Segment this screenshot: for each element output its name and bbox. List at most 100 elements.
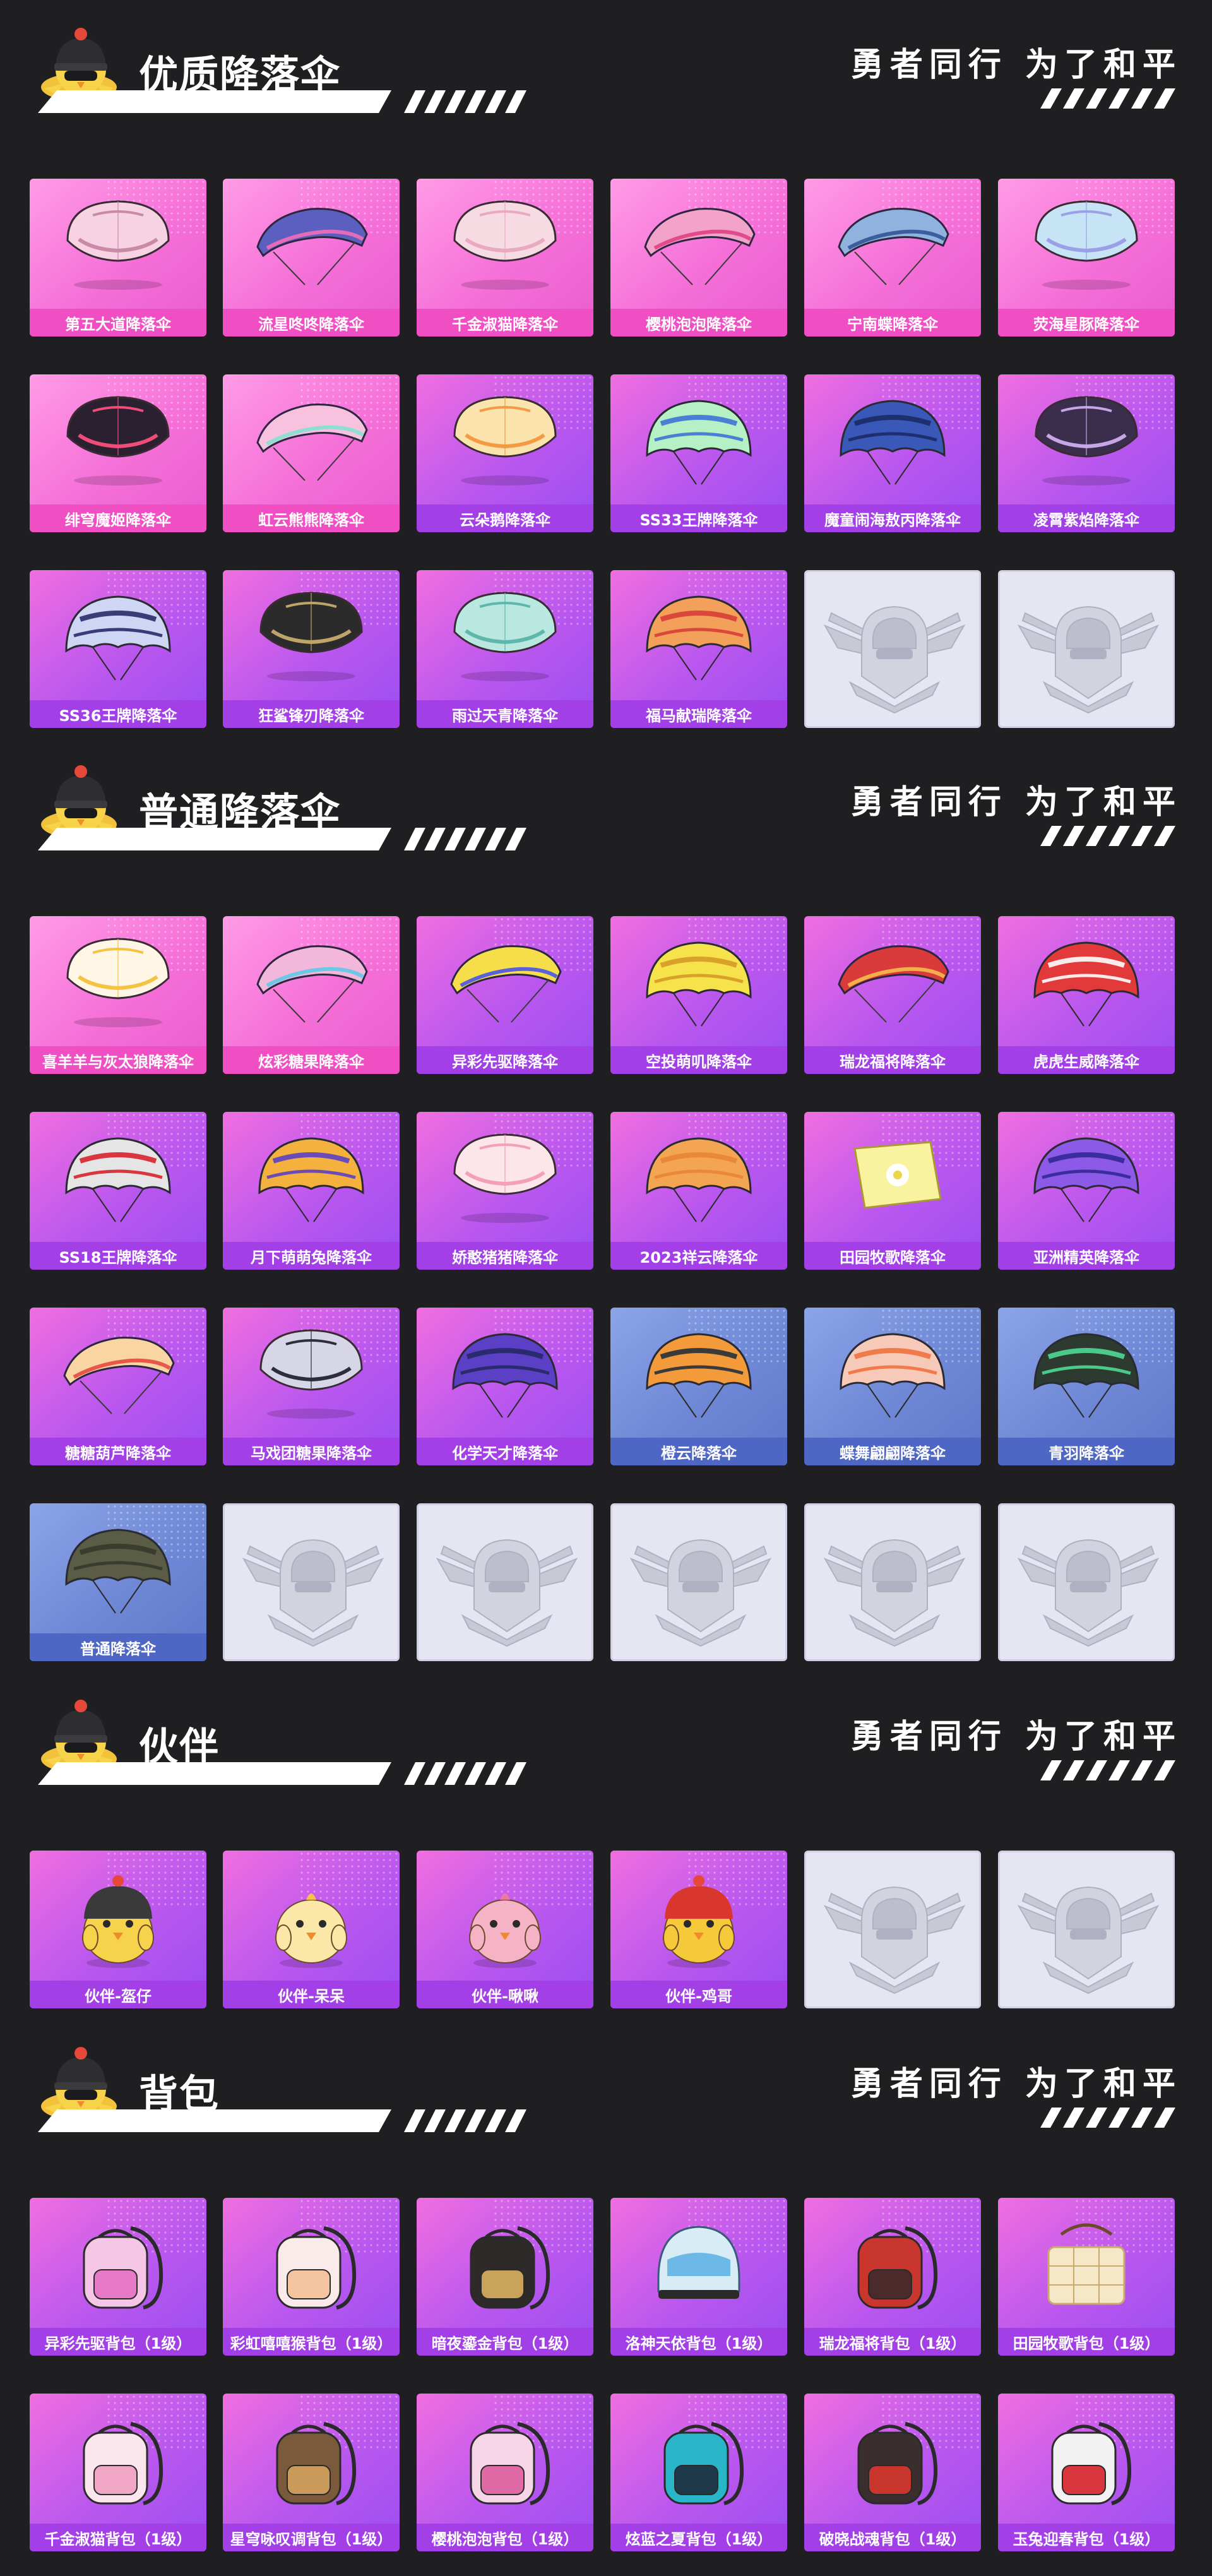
parachute-round-icon: [55, 190, 181, 297]
item-card[interactable]: 福马献瑞降落伞: [610, 570, 787, 728]
backpack-icon: [636, 2405, 762, 2512]
item-card[interactable]: 伙伴-啾啾: [417, 1851, 593, 2008]
item-label: SS36王牌降落伞: [30, 700, 206, 728]
parachute-dome-icon: [248, 1123, 374, 1231]
item-card[interactable]: 樱桃泡泡背包（1级）: [417, 2394, 593, 2551]
parachute-dome-icon: [1023, 1319, 1150, 1426]
item-card[interactable]: 蝶舞翩翩降落伞: [804, 1308, 981, 1465]
item-label: 绯穹魔姬降落伞: [30, 504, 206, 532]
item-card[interactable]: 云朵鹅降落伞: [417, 374, 593, 532]
item-label: 樱桃泡泡背包（1级）: [417, 2524, 593, 2551]
item-card[interactable]: 暗夜鎏金背包（1级）: [417, 2198, 593, 2356]
parachute-round-icon: [248, 581, 374, 689]
item-card[interactable]: 雨过天青降落伞: [417, 570, 593, 728]
item-label: 狂鲨锋刃降落伞: [223, 700, 400, 728]
parachute-round-icon: [1023, 190, 1150, 297]
item-card[interactable]: 田园牧歌背包（1级）: [998, 2198, 1175, 2356]
item-card[interactable]: 伙伴-盔仔: [30, 1851, 206, 2008]
empty-slot: [998, 1503, 1175, 1661]
item-card[interactable]: 空投萌叽降落伞: [610, 916, 787, 1074]
item-label: 炫彩糖果降落伞: [223, 1046, 400, 1074]
item-card[interactable]: 异彩先驱降落伞: [417, 916, 593, 1074]
item-label: 异彩先驱降落伞: [417, 1046, 593, 1074]
backpack-icon: [829, 2209, 956, 2317]
item-card[interactable]: SS18王牌降落伞: [30, 1112, 206, 1270]
title-underline-bar: [38, 1762, 530, 1785]
basket-icon: [1023, 2209, 1150, 2317]
item-card[interactable]: 星穹咏叹调背包（1级）: [223, 2394, 400, 2551]
item-card[interactable]: 虎虎生威降落伞: [998, 916, 1175, 1074]
empty-slot: [417, 1503, 593, 1661]
item-card[interactable]: 凌霄紫焰降落伞: [998, 374, 1175, 532]
item-card[interactable]: 普通降落伞: [30, 1503, 206, 1661]
chick-icon: [248, 1862, 374, 1969]
backpack-icon: [829, 2405, 956, 2512]
item-card[interactable]: 糖糖葫芦降落伞: [30, 1308, 206, 1465]
item-label: 彩虹嘻嘻猴背包（1级）: [223, 2328, 400, 2356]
parachute-dome-icon: [636, 581, 762, 689]
item-card[interactable]: 娇憨猪猪降落伞: [417, 1112, 593, 1270]
item-label: 洛神天依背包（1级）: [610, 2328, 787, 2356]
item-label: 蝶舞翩翩降落伞: [804, 1438, 981, 1465]
item-card[interactable]: 伙伴-呆呆: [223, 1851, 400, 2008]
item-card[interactable]: 月下萌萌兔降落伞: [223, 1112, 400, 1270]
empty-slot: [804, 570, 981, 728]
item-card[interactable]: 宁南蝶降落伞: [804, 179, 981, 337]
item-card[interactable]: 洛神天依背包（1级）: [610, 2198, 787, 2356]
parachute-round-icon: [442, 581, 568, 689]
chick-helmet-icon: [55, 1862, 181, 1969]
item-card[interactable]: 流星咚咚降落伞: [223, 179, 400, 337]
item-card[interactable]: SS33王牌降落伞: [610, 374, 787, 532]
item-card[interactable]: 瑞龙福将背包（1级）: [804, 2198, 981, 2356]
item-card[interactable]: 荧海星豚降落伞: [998, 179, 1175, 337]
item-card[interactable]: 橙云降落伞: [610, 1308, 787, 1465]
item-card[interactable]: 伙伴-鸡哥: [610, 1851, 787, 2008]
section-header: 优质降落伞 勇者同行 为了和平: [0, 19, 1212, 114]
parachute-dome-icon: [442, 1319, 568, 1426]
item-card[interactable]: 炫蓝之夏背包（1级）: [610, 2394, 787, 2551]
item-label: 流星咚咚降落伞: [223, 309, 400, 337]
item-label: 瑞龙福将背包（1级）: [804, 2328, 981, 2356]
backpack-icon: [1023, 2405, 1150, 2512]
section-3: 伙伴 勇者同行 为了和平 伙伴-盔仔 伙伴-呆呆 伙伴-啾啾 伙伴-鸡哥: [0, 1691, 1212, 2008]
item-card[interactable]: 虹云熊熊降落伞: [223, 374, 400, 532]
item-card[interactable]: 炫彩糖果降落伞: [223, 916, 400, 1074]
item-card[interactable]: 亚洲精英降落伞: [998, 1112, 1175, 1270]
parachute-wing-icon: [636, 190, 762, 297]
item-card[interactable]: 异彩先驱背包（1级）: [30, 2198, 206, 2356]
parachute-round-icon: [442, 1123, 568, 1231]
item-card[interactable]: 彩虹嘻嘻猴背包（1级）: [223, 2198, 400, 2356]
item-card[interactable]: 青羽降落伞: [998, 1308, 1175, 1465]
parachute-wing-icon: [248, 190, 374, 297]
item-card[interactable]: 2023祥云降落伞: [610, 1112, 787, 1270]
item-label: 星穹咏叹调背包（1级）: [223, 2524, 400, 2551]
item-card[interactable]: 第五大道降落伞: [30, 179, 206, 337]
item-card[interactable]: 千金淑猫降落伞: [417, 179, 593, 337]
item-card[interactable]: 樱桃泡泡降落伞: [610, 179, 787, 337]
item-card[interactable]: 破晓战魂背包（1级）: [804, 2394, 981, 2551]
slogan-stripes: [1040, 826, 1179, 846]
section-header: 背包 勇者同行 为了和平: [0, 2038, 1212, 2133]
title-underline-bar: [38, 2109, 530, 2132]
item-label: 伙伴-啾啾: [417, 1981, 593, 2008]
pubg-emblem-placeholder-icon: [625, 1521, 776, 1647]
item-label: 田园牧歌背包（1级）: [998, 2328, 1175, 2356]
item-card[interactable]: 绯穹魔姬降落伞: [30, 374, 206, 532]
pubg-emblem-placeholder-icon: [1013, 1521, 1164, 1647]
item-card[interactable]: 千金淑猫背包（1级）: [30, 2394, 206, 2551]
empty-slot: [804, 1503, 981, 1661]
item-card[interactable]: 化学天才降落伞: [417, 1308, 593, 1465]
item-label: 第五大道降落伞: [30, 309, 206, 337]
item-card[interactable]: 田园牧歌降落伞: [804, 1112, 981, 1270]
item-card[interactable]: 马戏团糖果降落伞: [223, 1308, 400, 1465]
backpack-icon: [442, 2405, 568, 2512]
empty-slot: [610, 1503, 787, 1661]
pubg-emblem-placeholder-icon: [1013, 1868, 1164, 1995]
item-card[interactable]: 瑞龙福将降落伞: [804, 916, 981, 1074]
item-card[interactable]: 喜羊羊与灰太狼降落伞: [30, 916, 206, 1074]
item-card[interactable]: SS36王牌降落伞: [30, 570, 206, 728]
parachute-round-icon: [248, 1319, 374, 1426]
item-card[interactable]: 玉兔迎春背包（1级）: [998, 2394, 1175, 2551]
item-card[interactable]: 魔童闹海敖丙降落伞: [804, 374, 981, 532]
item-card[interactable]: 狂鲨锋刃降落伞: [223, 570, 400, 728]
